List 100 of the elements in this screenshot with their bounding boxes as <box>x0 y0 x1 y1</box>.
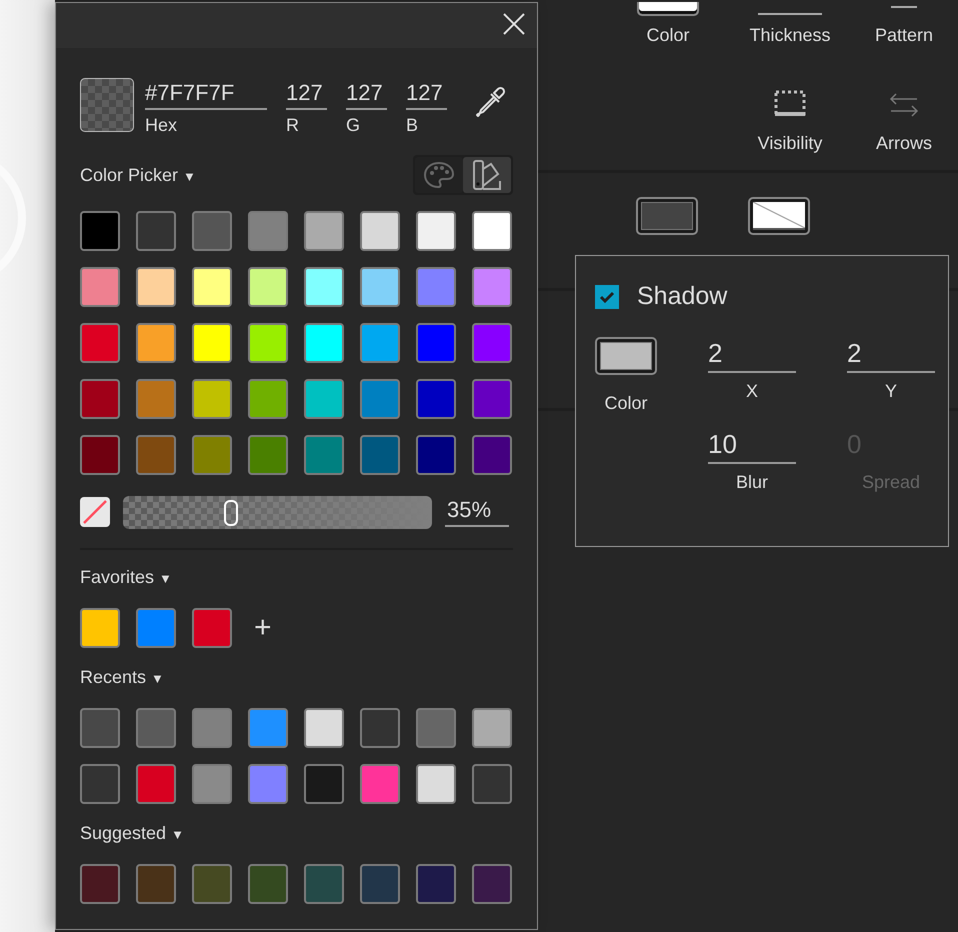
close-icon[interactable] <box>503 13 525 35</box>
number-field[interactable]: 2 <box>708 337 796 373</box>
color-swatch[interactable] <box>360 211 400 251</box>
color-swatch[interactable] <box>304 267 344 307</box>
color-swatch[interactable] <box>248 211 288 251</box>
color-swatch[interactable] <box>248 435 288 475</box>
color-swatch[interactable] <box>192 708 232 748</box>
color-swatch[interactable] <box>80 608 120 648</box>
number-field[interactable]: 10 <box>708 428 796 464</box>
palette-view-tab[interactable] <box>415 157 463 193</box>
color-swatch[interactable] <box>248 323 288 363</box>
channel-field[interactable]: 127 <box>286 80 327 110</box>
no-fill-swatch[interactable] <box>748 197 810 235</box>
section-dropdown[interactable]: Favorites ▼ <box>80 565 172 589</box>
color-swatch[interactable] <box>416 435 456 475</box>
color-swatch[interactable] <box>136 608 176 648</box>
color-swatch[interactable] <box>136 435 176 475</box>
color-swatch[interactable] <box>416 764 456 804</box>
color-swatch[interactable] <box>472 323 512 363</box>
section-dropdown[interactable]: Recents ▼ <box>80 665 164 689</box>
color-swatch[interactable] <box>304 323 344 363</box>
color-swatch[interactable] <box>136 864 176 904</box>
color-swatch[interactable] <box>304 211 344 251</box>
color-swatch[interactable] <box>416 211 456 251</box>
color-swatch[interactable] <box>192 864 232 904</box>
color-swatch[interactable] <box>192 608 232 648</box>
color-swatch[interactable] <box>136 379 176 419</box>
color-swatch[interactable] <box>472 708 512 748</box>
color-swatch[interactable] <box>360 379 400 419</box>
color-swatch[interactable] <box>416 708 456 748</box>
color-swatch[interactable] <box>192 323 232 363</box>
field-label: Blur <box>736 472 768 493</box>
color-swatch[interactable] <box>304 435 344 475</box>
slider-thumb[interactable] <box>224 500 238 526</box>
color-swatch-icon[interactable] <box>637 2 699 16</box>
color-swatch[interactable] <box>360 708 400 748</box>
color-swatch[interactable] <box>192 379 232 419</box>
color-swatch[interactable] <box>360 864 400 904</box>
color-swatch[interactable] <box>360 764 400 804</box>
section-dropdown[interactable]: Suggested ▼ <box>80 821 184 845</box>
color-swatch[interactable] <box>192 435 232 475</box>
color-swatch[interactable] <box>360 323 400 363</box>
color-swatch[interactable] <box>304 864 344 904</box>
swap-arrows-icon[interactable] <box>889 92 919 118</box>
color-swatch[interactable] <box>192 764 232 804</box>
hex-field[interactable]: #7F7F7F <box>145 80 267 110</box>
opacity-field[interactable]: 35% <box>445 497 509 527</box>
color-swatch[interactable] <box>304 708 344 748</box>
color-swatch[interactable] <box>360 435 400 475</box>
shadow-label: Shadow <box>637 282 728 311</box>
color-swatch[interactable] <box>80 864 120 904</box>
color-swatch[interactable] <box>136 708 176 748</box>
color-swatch[interactable] <box>416 323 456 363</box>
add-favorite-button[interactable]: + <box>248 613 278 643</box>
color-swatch[interactable] <box>304 379 344 419</box>
color-swatch[interactable] <box>248 764 288 804</box>
color-swatch[interactable] <box>248 379 288 419</box>
no-color-icon[interactable] <box>80 497 110 527</box>
swatches-view-tab[interactable] <box>463 157 511 193</box>
color-swatch[interactable] <box>248 708 288 748</box>
channel-field[interactable]: 127 <box>406 80 447 110</box>
color-swatch[interactable] <box>80 764 120 804</box>
tool-label: Color <box>646 25 690 46</box>
color-swatch[interactable] <box>80 708 120 748</box>
color-swatch[interactable] <box>416 864 456 904</box>
solid-fill-swatch[interactable] <box>636 197 698 235</box>
mode-dropdown[interactable]: Color Picker ▼ <box>80 164 196 186</box>
color-swatch[interactable] <box>416 267 456 307</box>
color-swatch[interactable] <box>192 211 232 251</box>
color-swatch[interactable] <box>136 323 176 363</box>
channel-field[interactable]: 127 <box>346 80 387 110</box>
color-swatch[interactable] <box>472 864 512 904</box>
color-swatch[interactable] <box>136 211 176 251</box>
color-swatch[interactable] <box>416 379 456 419</box>
color-swatch[interactable] <box>248 267 288 307</box>
color-swatch[interactable] <box>192 267 232 307</box>
opacity-slider[interactable] <box>123 496 432 528</box>
color-swatch[interactable] <box>472 211 512 251</box>
color-swatch[interactable] <box>304 764 344 804</box>
eyedropper-icon[interactable] <box>473 86 507 120</box>
color-swatch[interactable] <box>80 211 120 251</box>
color-swatch[interactable] <box>136 764 176 804</box>
tool-label: Pattern <box>874 25 934 46</box>
color-swatch[interactable] <box>472 435 512 475</box>
field-label: G <box>346 115 362 136</box>
color-swatch[interactable] <box>360 267 400 307</box>
dotted-square-icon[interactable] <box>774 90 806 118</box>
color-swatch[interactable] <box>248 864 288 904</box>
color-swatch[interactable] <box>472 379 512 419</box>
color-swatch[interactable] <box>80 323 120 363</box>
number-field[interactable]: 2 <box>847 337 935 373</box>
shadow-checkbox[interactable] <box>595 284 619 308</box>
color-swatch[interactable] <box>136 267 176 307</box>
color-swatch[interactable] <box>80 435 120 475</box>
color-swatch[interactable] <box>472 764 512 804</box>
color-swatch[interactable] <box>80 379 120 419</box>
color-swatch[interactable] <box>472 267 512 307</box>
color-swatch[interactable] <box>80 267 120 307</box>
shadow-color-swatch[interactable] <box>595 337 657 375</box>
field-label: Color <box>604 393 648 414</box>
